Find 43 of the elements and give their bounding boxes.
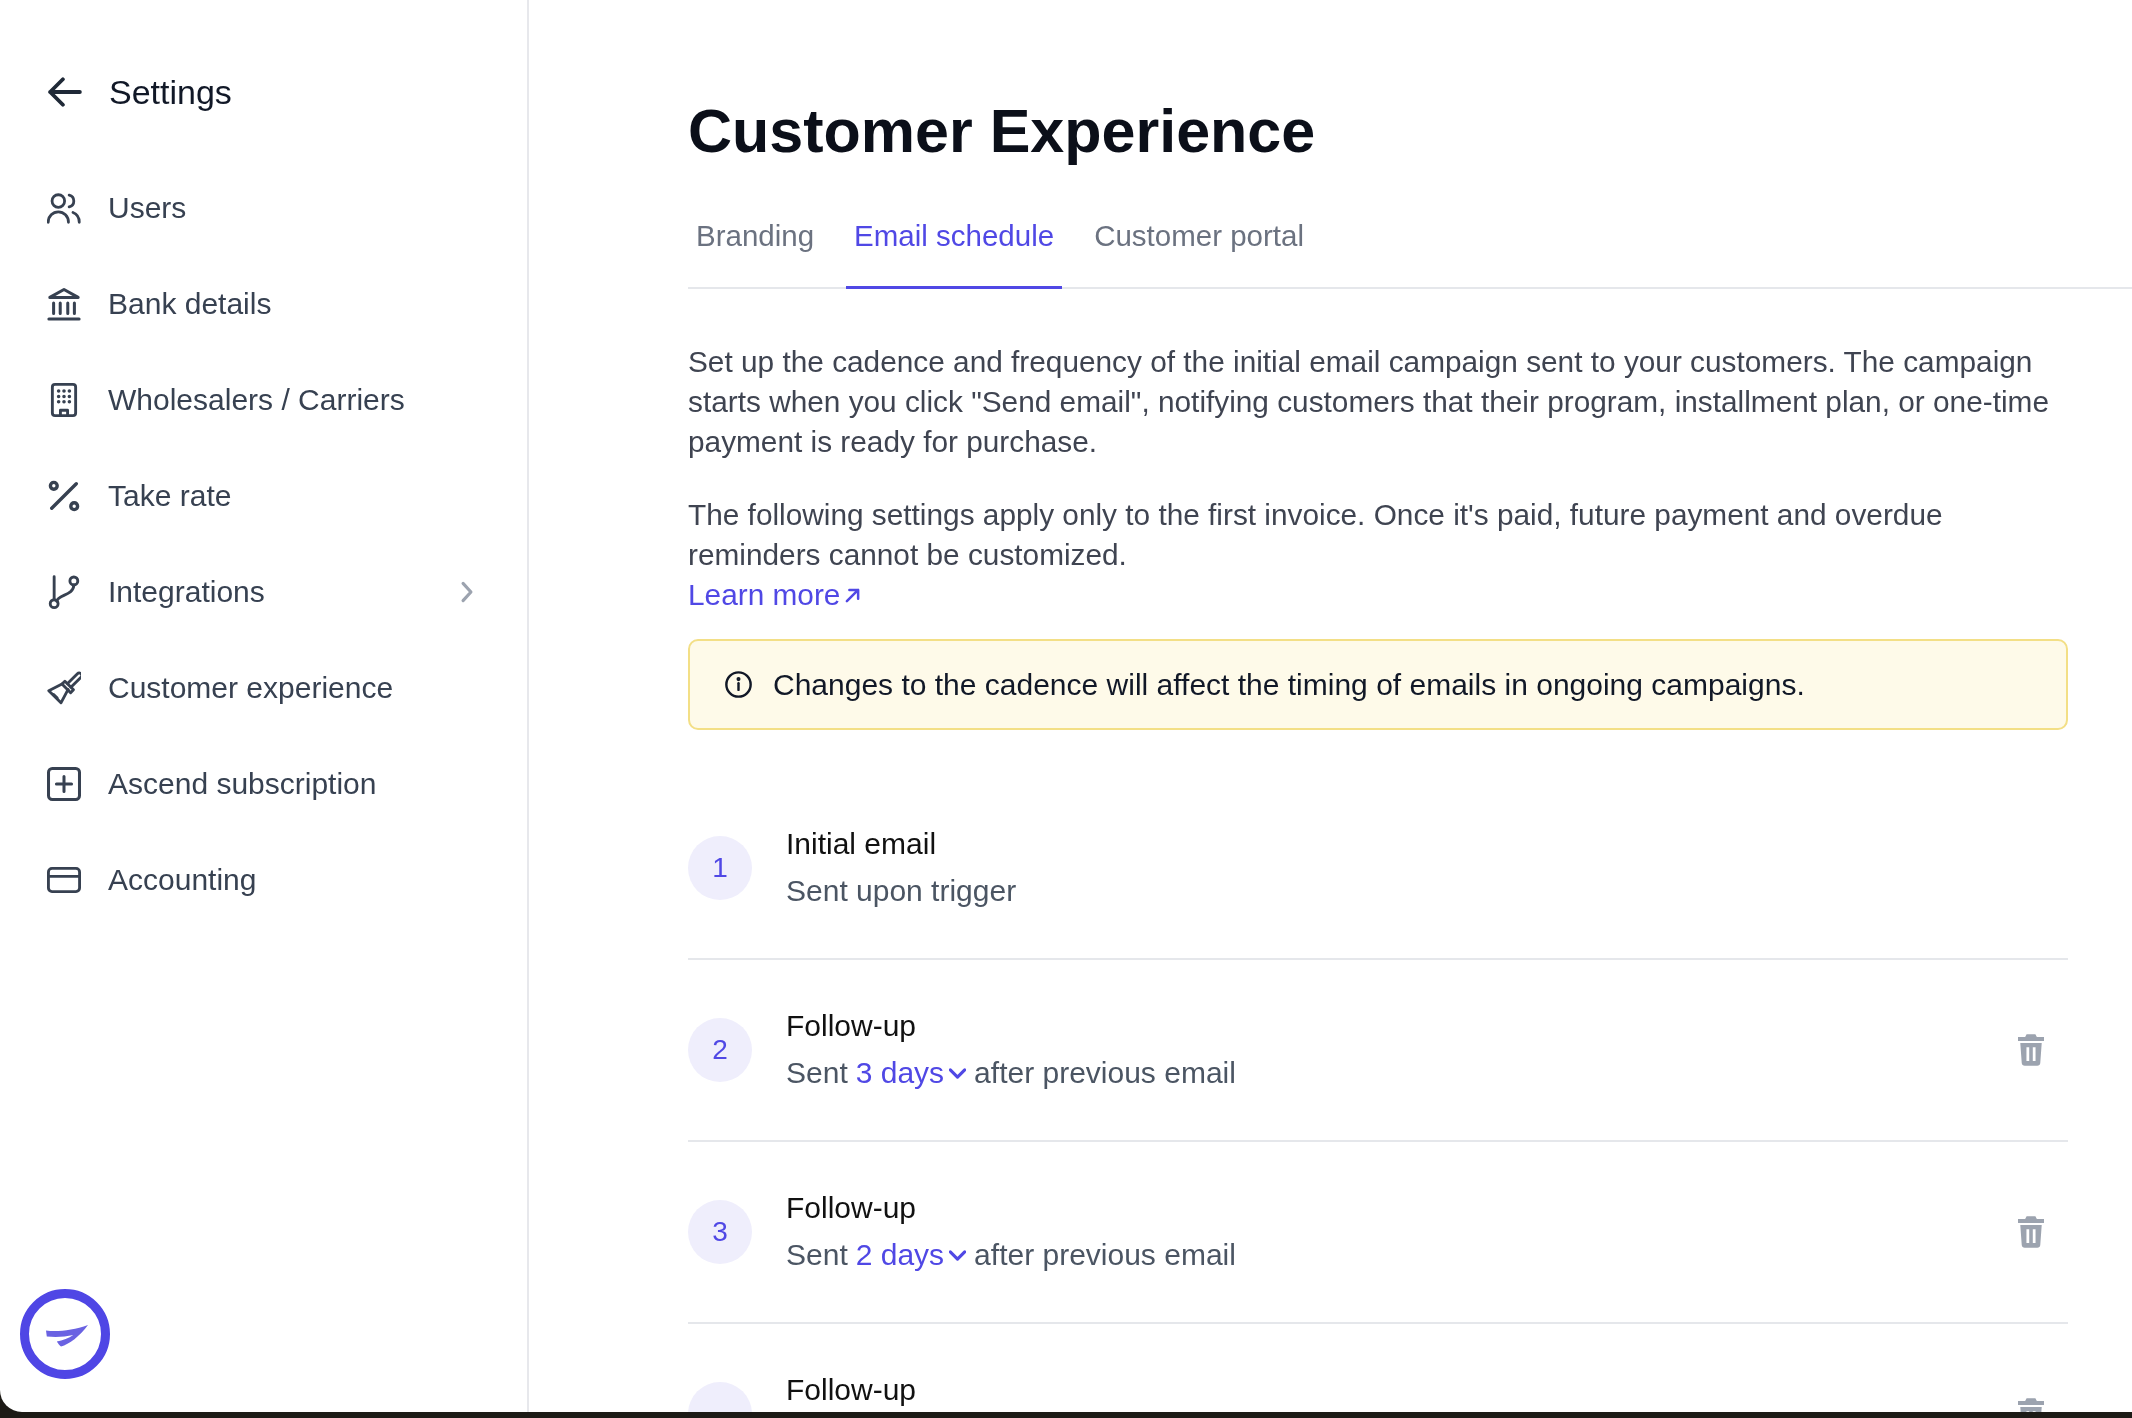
bank-icon xyxy=(47,287,81,321)
sidebar-item[interactable]: Bank details xyxy=(0,256,478,352)
sidebar-title: Settings xyxy=(109,72,232,113)
step-number: 1 xyxy=(688,836,752,900)
description-text: The following settings apply only to the first invoice. Once it's paid, future payment and overdue reminders cannot be customized. xyxy=(688,497,1944,573)
sidebar-item[interactable]: Wholesalers / Carriers xyxy=(0,352,478,448)
trash-icon[interactable] xyxy=(2018,1034,2044,1066)
sidebar-item[interactable]: Ascend subscription xyxy=(0,736,478,832)
diagonal-arrow-icon xyxy=(845,587,861,603)
learn-more-link[interactable]: Learn more xyxy=(688,575,861,615)
tab[interactable]: Email schedule xyxy=(846,208,1063,289)
email-title: Follow-up xyxy=(786,1372,918,1408)
sidebar-item[interactable]: Integrations xyxy=(0,544,478,640)
delay-dropdown[interactable]: 3 days xyxy=(855,1053,967,1093)
sent-label: Sent xyxy=(786,1237,848,1273)
branch-icon xyxy=(47,575,81,609)
email-timing-text: Sent upon trigger xyxy=(786,873,1018,909)
page-title: Customer Experience xyxy=(688,96,1317,167)
description-text: Set up the cadence and frequency of the initial email campaign sent to your customers. The campaign starts when you click "Send email", notifying customers that their program, installment plan, or one-time payment is ready for purchase. xyxy=(688,344,2050,460)
sidebar-item[interactable]: Customer experience xyxy=(0,640,478,736)
tab[interactable]: Branding xyxy=(688,208,823,289)
trash-icon[interactable] xyxy=(2018,1216,2044,1248)
paintbrush-icon xyxy=(47,671,81,705)
delay-dropdown[interactable]: 2 days xyxy=(855,1235,967,1275)
email-title: Follow-up xyxy=(786,1008,918,1044)
email-title: Follow-up xyxy=(786,1190,918,1226)
after-previous-label: after previous email xyxy=(974,1237,1236,1273)
sent-label: Sent xyxy=(786,1055,848,1091)
sidebar-item[interactable]: Take rate xyxy=(0,448,478,544)
users-icon xyxy=(47,191,81,225)
step-number: 3 xyxy=(688,1200,752,1264)
info-icon xyxy=(725,671,752,698)
tab[interactable]: Customer portal xyxy=(1086,208,1312,289)
sidebar-item[interactable]: Accounting xyxy=(0,832,478,928)
logo-icon[interactable] xyxy=(20,1289,110,1379)
plus-square-icon xyxy=(47,767,81,801)
step-number: 2 xyxy=(688,1018,752,1082)
notice-text: Changes to the cadence will affect the timing of emails in ongoing campaigns. xyxy=(773,667,1805,702)
sidebar-item[interactable]: Users xyxy=(0,160,478,256)
after-previous-label: after previous email xyxy=(974,1055,1236,1091)
back-arrow-icon[interactable] xyxy=(48,75,82,109)
percent-icon xyxy=(47,479,81,513)
email-title: Initial email xyxy=(786,826,938,862)
